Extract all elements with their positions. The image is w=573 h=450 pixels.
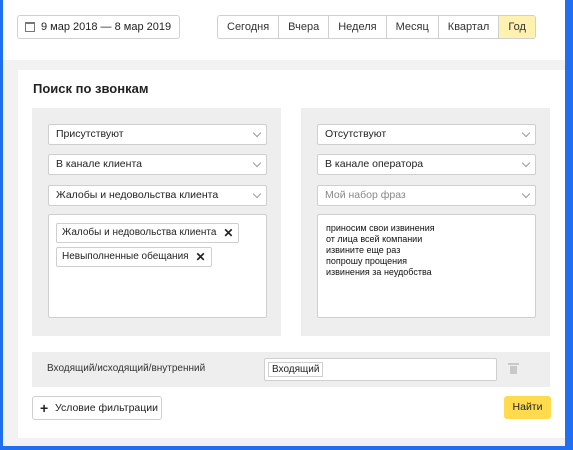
call-search-card: Поиск по звонкам Присутствуют В канале к… [18, 70, 565, 438]
page-title: Поиск по звонкам [33, 81, 149, 96]
phrase-set-select-right[interactable]: Мой набор фраз [317, 185, 536, 206]
period-yesterday[interactable]: Вчера [279, 16, 330, 38]
date-range-picker[interactable]: 9 мар 2018 — 8 мар 2019 [17, 15, 180, 39]
period-week[interactable]: Неделя [329, 16, 387, 38]
phrase-line: приносим свои извинения [326, 223, 435, 233]
close-icon[interactable]: ✕ [196, 248, 206, 266]
channel-value: В канале оператора [325, 158, 424, 170]
phrase-line: от лица всей компании [326, 234, 423, 244]
phrase-set-value: Жалобы и недовольства клиента [56, 189, 219, 201]
presence-value: Отсутствуют [325, 128, 387, 140]
phrase-set-tag: Жалобы и недовольства клиента ✕ [56, 223, 240, 243]
period-month[interactable]: Месяц [386, 16, 439, 38]
presence-select-right[interactable]: Отсутствуют [317, 124, 536, 145]
period-selector: Сегодня Вчера Неделя Месяц Квартал Год [217, 15, 536, 39]
plus-icon: + [40, 400, 49, 416]
chevron-down-icon [521, 128, 531, 138]
phrase-line: извините еще раз [326, 245, 401, 255]
left-filter-panel: Присутствуют В канале клиента Жалобы и н… [32, 108, 281, 336]
phrase-line: попрошу прощения [326, 256, 408, 266]
period-quarter[interactable]: Квартал [438, 16, 500, 38]
top-bar: 9 мар 2018 — 8 мар 2019 Сегодня Вчера Не… [3, 0, 565, 60]
direction-label: Входящий/исходящий/внутренний [47, 363, 206, 374]
direction-filter-row: Входящий/исходящий/внутренний Входящий [32, 352, 550, 387]
chevron-down-icon [521, 158, 531, 168]
direction-input[interactable]: Входящий [264, 358, 497, 381]
date-range-text: 9 мар 2018 — 8 мар 2019 [41, 21, 172, 33]
trash-icon[interactable] [508, 363, 519, 374]
phrase-set-tag: Невыполненные обещания ✕ [56, 247, 212, 267]
right-filter-panel: Отсутствуют В канале оператора Мой набор… [301, 108, 550, 336]
custom-phrases-textarea[interactable]: приносим свои извинения от лица всей ком… [317, 214, 536, 318]
chevron-down-icon [252, 158, 262, 168]
add-filter-button[interactable]: + Условие фильтрации [32, 396, 162, 420]
period-year[interactable]: Год [499, 16, 535, 38]
presence-select-left[interactable]: Присутствуют [48, 124, 267, 145]
channel-select-left[interactable]: В канале клиента [48, 154, 267, 175]
chevron-down-icon [252, 189, 262, 199]
tag-label: Невыполненные обещания [62, 251, 189, 262]
presence-value: Присутствуют [56, 128, 124, 140]
calendar-icon [25, 22, 35, 32]
add-filter-label: Условие фильтрации [55, 402, 159, 414]
phrase-line: извинения за неудобства [326, 267, 432, 277]
phrases-list: приносим свои извинения от лица всей ком… [326, 223, 435, 278]
phrase-set-placeholder: Мой набор фраз [325, 189, 406, 201]
period-today[interactable]: Сегодня [218, 16, 280, 38]
selected-phrase-sets[interactable]: Жалобы и недовольства клиента ✕ Невыполн… [48, 214, 267, 318]
chevron-down-icon [252, 128, 262, 138]
phrase-set-select-left[interactable]: Жалобы и недовольства клиента [48, 185, 267, 206]
find-button[interactable]: Найти [504, 396, 551, 419]
direction-tag: Входящий [268, 362, 324, 377]
channel-value: В канале клиента [56, 158, 142, 170]
chevron-down-icon [521, 189, 531, 199]
tag-label: Жалобы и недовольства клиента [62, 227, 217, 238]
channel-select-right[interactable]: В канале оператора [317, 154, 536, 175]
close-icon[interactable]: ✕ [223, 224, 233, 242]
